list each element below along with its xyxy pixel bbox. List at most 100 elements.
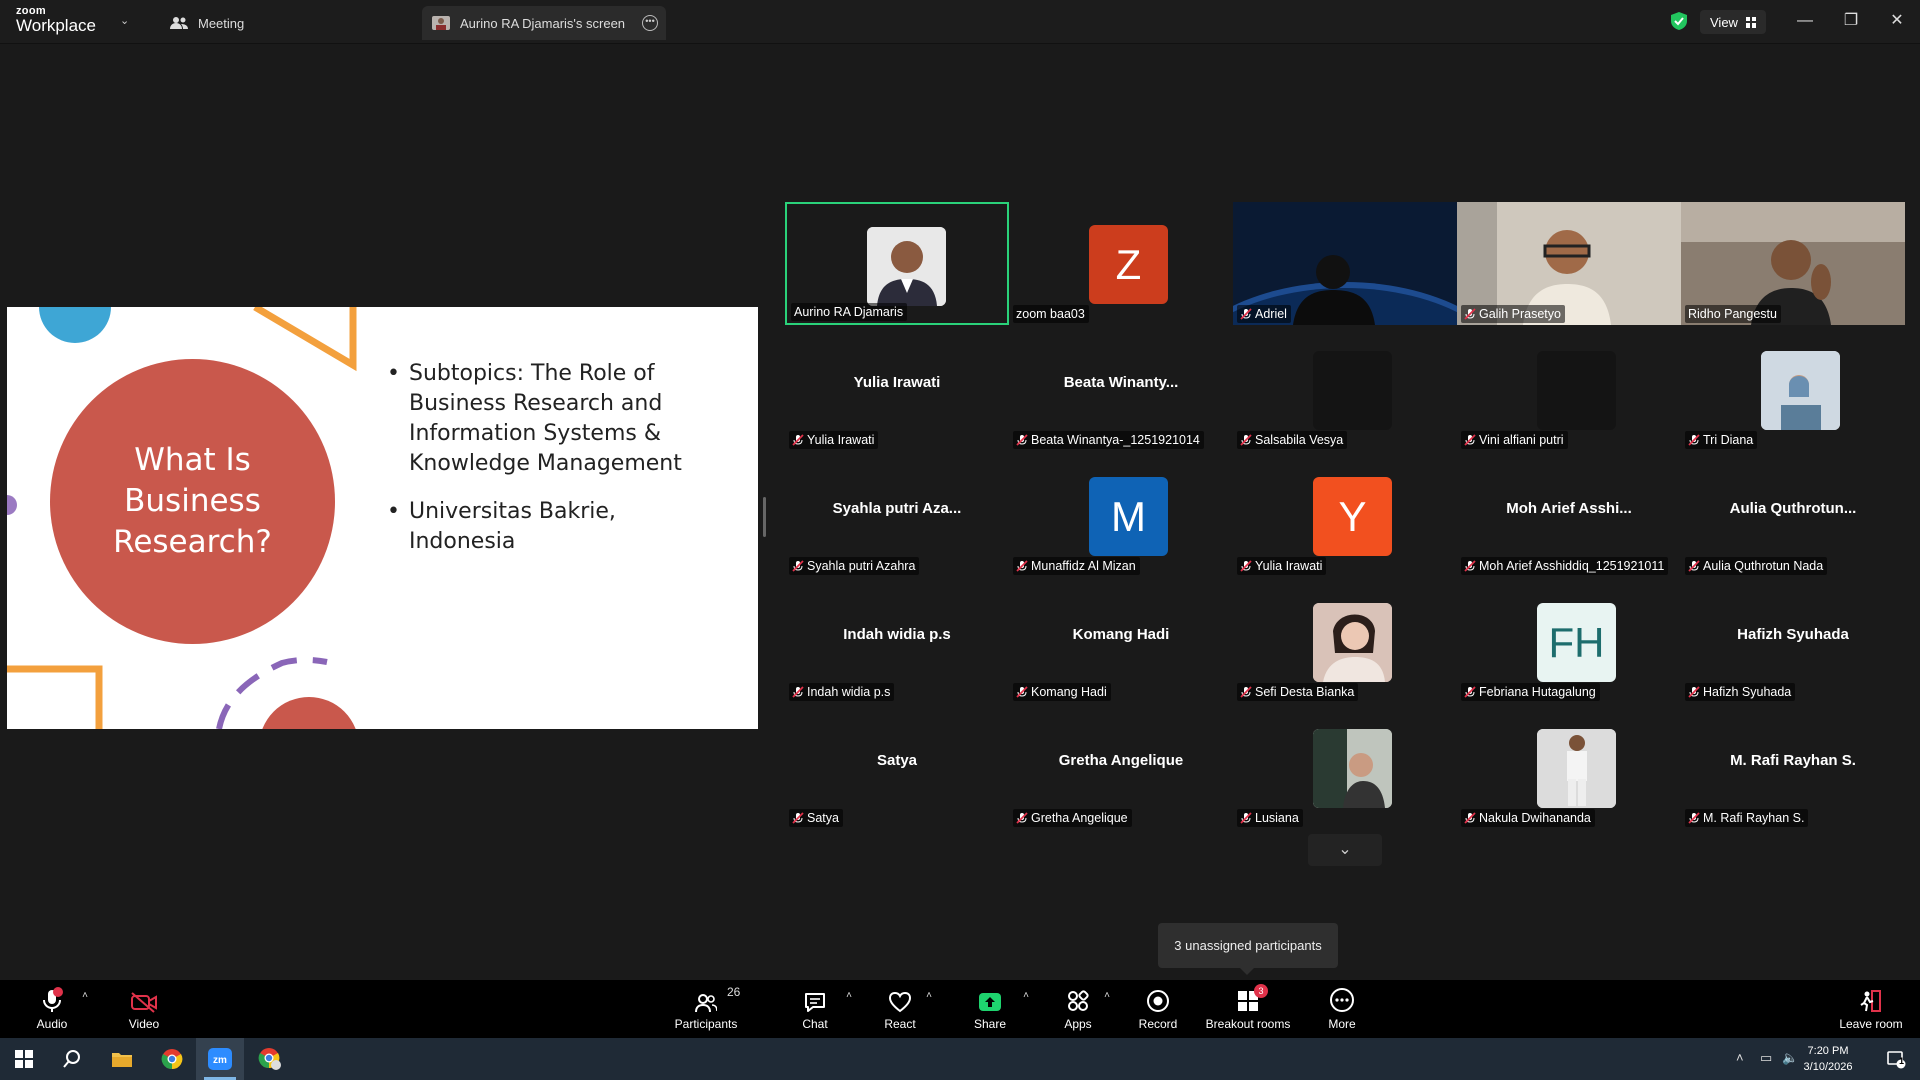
share-options-caret[interactable]: ˄	[1019, 980, 1033, 1038]
microphone-muted-icon	[1016, 686, 1028, 698]
participant-tile[interactable]: Syahla putri Aza... Syahla putri Azahra	[785, 454, 1009, 577]
chevron-down-icon[interactable]: ⌄	[120, 14, 129, 27]
participant-tile[interactable]: Tri Diana	[1681, 328, 1905, 451]
audio-options-caret[interactable]: ˄	[78, 980, 92, 1038]
participant-tile[interactable]: FH Febriana Hutagalung	[1457, 580, 1681, 703]
close-icon[interactable]: ✕	[1882, 8, 1912, 34]
participant-tile[interactable]: Vini alfiani putri	[1457, 328, 1681, 451]
participant-tile[interactable]: Adriel	[1233, 202, 1457, 325]
zoom-logo: zoom Workplace	[16, 6, 96, 35]
video-label: Video	[128, 1017, 160, 1031]
heart-icon	[888, 991, 912, 1013]
participant-tile[interactable]: Nakula Dwihananda	[1457, 706, 1681, 829]
participant-name: Beata Winantya-_1251921014	[1031, 433, 1200, 447]
participant-tile[interactable]: Satya Satya	[785, 706, 1009, 829]
video-button[interactable]: Video	[118, 980, 170, 1038]
participant-name: Salsabila Vesya	[1255, 433, 1344, 447]
tab-screen-label: Aurino RA Djamaris's screen	[460, 15, 626, 31]
audio-label: Audio	[36, 1017, 68, 1031]
participant-tile[interactable]: Y Yulia Irawati	[1233, 454, 1457, 577]
participants-count: 26	[727, 985, 741, 999]
microphone-muted-icon	[1240, 434, 1252, 446]
participant-name-label: Munaffidz Al Mizan	[1013, 557, 1140, 575]
react-options-caret[interactable]: ˄	[922, 980, 936, 1038]
participant-tile[interactable]: Indah widia p.s Indah widia p.s	[785, 580, 1009, 703]
participant-tile[interactable]: Sefi Desta Bianka	[1233, 580, 1457, 703]
system-clock[interactable]: 7:20 PM 3/10/2026	[1792, 1043, 1864, 1075]
participant-name: Yulia Irawati	[807, 433, 875, 447]
participant-tile[interactable]: Ridho Pangestu	[1681, 202, 1905, 325]
zoom-taskbar-icon[interactable]: zm	[196, 1038, 244, 1080]
participant-name: Lusiana	[1255, 811, 1299, 825]
participant-name: Syahla putri Azahra	[807, 559, 916, 573]
avatar-initials: Y	[1338, 492, 1367, 540]
apps-options-caret[interactable]: ˄	[1100, 980, 1114, 1038]
windows-taskbar: zm ˄ ▭ 🔈 7:20 PM 3/10/2026 1	[0, 1038, 1920, 1080]
participant-tile[interactable]: Beata Winanty... Beata Winantya-_12519210…	[1009, 328, 1233, 451]
participant-tile[interactable]: Komang Hadi Komang Hadi	[1009, 580, 1233, 703]
breakout-badge: 3	[1254, 984, 1268, 998]
react-button[interactable]: React	[878, 980, 922, 1038]
more-options-icon[interactable]: •••	[642, 15, 658, 31]
more-button[interactable]: More	[1320, 980, 1364, 1038]
resize-splitter[interactable]	[763, 497, 766, 537]
search-icon[interactable]	[48, 1038, 96, 1080]
share-button[interactable]: Share	[968, 980, 1012, 1038]
restore-icon[interactable]: ❐	[1836, 8, 1866, 34]
svg-text:zm: zm	[213, 1055, 227, 1066]
microphone-muted-icon	[1688, 560, 1700, 572]
chrome-icon[interactable]	[148, 1038, 196, 1080]
microphone-muted-icon	[1688, 434, 1700, 446]
audio-button[interactable]: Audio	[26, 980, 78, 1038]
participant-tile[interactable]: Zzoom baa03	[1009, 202, 1233, 325]
participant-tile[interactable]: Aurino RA Djamaris	[785, 202, 1009, 325]
participant-tile[interactable]: Lusiana	[1233, 706, 1457, 829]
microphone-muted-icon	[43, 987, 63, 1012]
participant-name: Indah widia p.s	[807, 685, 891, 699]
participant-name: Febriana Hutagalung	[1479, 685, 1596, 699]
view-button[interactable]: View	[1700, 10, 1766, 34]
microphone-muted-icon	[792, 686, 804, 698]
tab-shared-screen[interactable]: Aurino RA Djamaris's screen •••	[422, 6, 666, 40]
tab-meeting[interactable]: Meeting	[160, 6, 254, 40]
breakout-rooms-button[interactable]: 3 Breakout rooms	[1204, 980, 1292, 1038]
participant-avatar: M	[1089, 477, 1168, 556]
meeting-toolbar: Audio ˄ Video 26 Participants Chat ˄ Rea…	[0, 980, 1920, 1038]
notification-icon[interactable]: 1	[1872, 1038, 1920, 1080]
encryption-shield-icon[interactable]	[1670, 11, 1688, 31]
participant-tile[interactable]: Salsabila Vesya	[1233, 328, 1457, 451]
participant-tile[interactable]: Gretha Angelique Gretha Angelique	[1009, 706, 1233, 829]
apps-button[interactable]: Apps	[1058, 980, 1098, 1038]
participant-tile[interactable]: Yulia Irawati Yulia Irawati	[785, 328, 1009, 451]
participant-name: Tri Diana	[1703, 433, 1754, 447]
minimize-icon[interactable]: —	[1790, 8, 1820, 34]
participant-tile[interactable]: Moh Arief Asshi... Moh Arief Asshiddiq_12…	[1457, 454, 1681, 577]
clock-date: 3/10/2026	[1803, 1061, 1853, 1073]
network-icon[interactable]: ▭	[1760, 1050, 1772, 1066]
gallery-scroll-down-button[interactable]: ⌄	[1308, 834, 1382, 866]
participant-tile[interactable]: Hafizh Syuhada Hafizh Syuhada	[1681, 580, 1905, 703]
microphone-muted-icon	[792, 812, 804, 824]
participant-tile[interactable]: M Munaffidz Al Mizan	[1009, 454, 1233, 577]
chrome-profile-icon[interactable]	[246, 1038, 294, 1080]
slide-bullet: Subtopics: The Role of Business Research…	[387, 359, 727, 479]
participant-tile[interactable]: M. Rafi Rayhan S. M. Rafi Rayhan S.	[1681, 706, 1905, 829]
participant-name: Aulia Quthrotun Nada	[1703, 559, 1824, 573]
tray-chevron-icon[interactable]: ˄	[1736, 1050, 1744, 1065]
participants-button[interactable]: 26 Participants	[668, 980, 744, 1038]
participant-avatar	[1313, 351, 1392, 430]
notification-count: 1	[1899, 1056, 1905, 1066]
leave-room-icon	[1860, 990, 1881, 1012]
more-label: More	[1328, 1017, 1356, 1031]
record-button[interactable]: Record	[1138, 980, 1178, 1038]
chat-options-caret[interactable]: ˄	[842, 980, 856, 1038]
file-explorer-icon[interactable]	[98, 1038, 146, 1080]
participant-tile[interactable]: Aulia Quthrotun... Aulia Quthrotun Nada	[1681, 454, 1905, 577]
microphone-muted-icon	[1240, 686, 1252, 698]
participant-name: Sefi Desta Bianka	[1255, 685, 1355, 699]
windows-start-icon[interactable]	[0, 1038, 48, 1080]
leave-room-button[interactable]: Leave room	[1836, 980, 1906, 1038]
participant-name-label: Ridho Pangestu	[1685, 305, 1781, 323]
chat-button[interactable]: Chat	[793, 980, 837, 1038]
participant-tile[interactable]: Galih Prasetyo	[1457, 202, 1681, 325]
